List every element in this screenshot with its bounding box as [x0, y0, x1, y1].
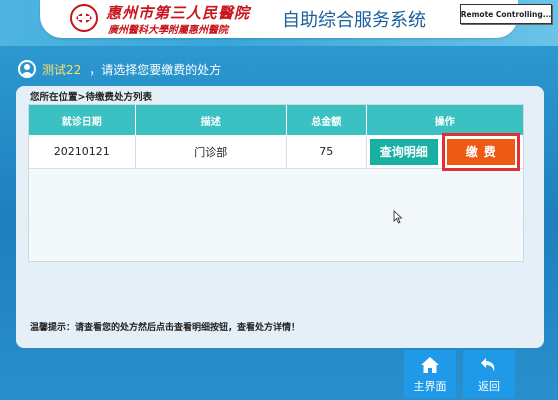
cell-description: 门诊部 — [136, 135, 287, 168]
cell-actions: 查询明细 缴费 — [367, 132, 523, 171]
view-details-button[interactable]: 查询明细 — [369, 138, 438, 165]
column-header-date: 就诊日期 — [29, 105, 136, 135]
prescription-table: 就诊日期 描述 总金额 操作 20210121 门诊部 75 查询明细 缴费 — [28, 104, 524, 262]
breadcrumb: 您所在位置>待缴费处方列表 — [30, 92, 152, 103]
cell-date: 20210121 — [29, 135, 136, 168]
user-name: 测试22 — [42, 62, 82, 77]
home-button[interactable]: 主界面 — [404, 350, 456, 398]
mouse-cursor-icon — [393, 210, 403, 224]
back-label: 返回 — [478, 380, 500, 393]
remote-controlling-window[interactable]: Remote Controlling... — [460, 4, 552, 24]
table-header: 就诊日期 描述 总金额 操作 — [29, 105, 523, 135]
cell-amount: 75 — [287, 135, 367, 168]
pay-button[interactable]: 缴费 — [446, 138, 515, 165]
user-avatar-icon — [18, 60, 36, 78]
hospital-logo-icon — [70, 4, 98, 32]
system-title: 自助综合服务系统 — [282, 10, 426, 31]
home-label: 主界面 — [413, 380, 447, 393]
prescription-panel: 您所在位置>待缴费处方列表 就诊日期 描述 总金额 操作 20210121 门诊… — [16, 86, 544, 348]
hospital-name: 惠州市第三人民醫院 — [106, 4, 251, 22]
column-header-actions: 操作 — [434, 116, 455, 128]
back-arrow-icon — [481, 358, 495, 372]
user-greeting: 测试22 ，请选择您要缴费的处方 — [18, 58, 221, 80]
table-row: 20210121 门诊部 75 查询明细 缴费 — [29, 132, 523, 171]
column-header-description: 描述 — [136, 105, 287, 135]
hospital-affiliation: 廣州醫科大學附屬惠州醫院 — [108, 25, 228, 36]
back-button[interactable]: 返回 — [463, 350, 515, 398]
column-header-amount: 总金额 — [287, 105, 367, 135]
user-prompt: ，请选择您要缴费的处方 — [89, 62, 222, 77]
home-icon — [421, 357, 439, 373]
pay-button-highlight: 缴费 — [441, 132, 520, 171]
tip-text: 温馨提示：请查看您的处方然后点击查看明细按钮，查看处方详情！ — [30, 323, 301, 333]
